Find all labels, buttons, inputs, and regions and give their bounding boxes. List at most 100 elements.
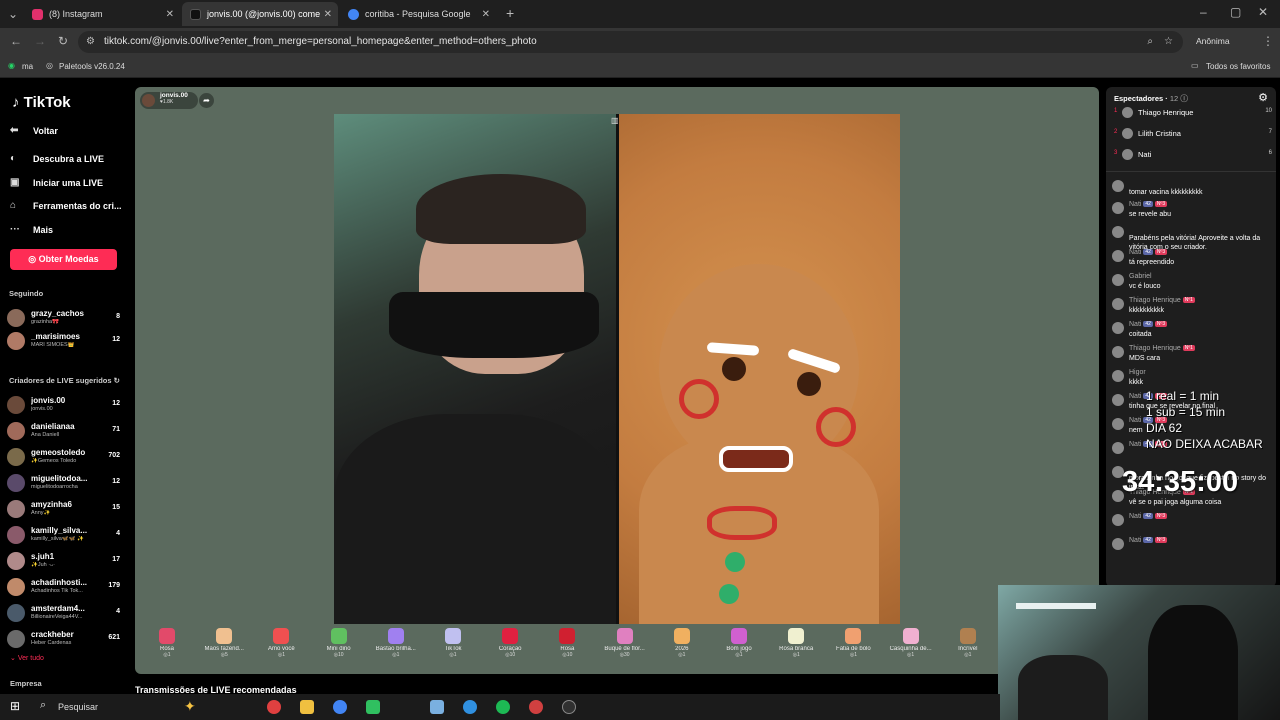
chat-user[interactable]: Thiago Henrique Nº1 bbox=[1129, 297, 1195, 304]
gift-item[interactable]: Mãos fazend... ◎5 bbox=[196, 628, 252, 658]
minimize-icon[interactable]: – bbox=[1200, 5, 1207, 19]
forward-icon[interactable]: → bbox=[34, 34, 46, 48]
search-icon[interactable]: ⌕ bbox=[40, 699, 46, 712]
level-badge: 42 bbox=[1143, 537, 1153, 544]
windows-start-icon[interactable]: ⊞ bbox=[10, 699, 20, 713]
get-coins-button[interactable]: ◎ Obter Moedas bbox=[10, 249, 117, 270]
whatsapp-taskbar-icon[interactable] bbox=[366, 700, 380, 714]
chrome-alt-icon[interactable] bbox=[529, 700, 543, 714]
profile-button[interactable]: Anônima bbox=[1196, 36, 1230, 46]
chat-user[interactable]: Nati 42 Nº3 bbox=[1129, 249, 1168, 256]
share-icon[interactable]: ➦ bbox=[199, 93, 214, 108]
chat-user[interactable]: Nati 42 Nº3 bbox=[1129, 321, 1168, 328]
nav-discover-live[interactable]: ◐ Descubra a LIVE bbox=[10, 153, 104, 164]
gift-item[interactable]: Bom jogo ◎1 bbox=[711, 628, 767, 658]
close-tab-icon[interactable]: ✕ bbox=[166, 9, 174, 20]
top-viewer-row[interactable]: 3 Nati 6 bbox=[1114, 149, 1272, 166]
tiktok-icon bbox=[190, 8, 201, 20]
tab-instagram[interactable]: (8) Instagram ✕ bbox=[24, 2, 180, 26]
bookmark-paletools[interactable]: Paletools v26.0.24 bbox=[59, 62, 125, 71]
star-icon[interactable]: ☆ bbox=[1164, 31, 1173, 53]
taskbar-search[interactable]: Pesquisar bbox=[58, 702, 98, 712]
see-all-link[interactable]: ⌄ Ver tudo bbox=[10, 654, 44, 662]
chat-user[interactable]: Gabriel bbox=[1129, 273, 1152, 280]
suggested-item[interactable]: crackheber Heber Cardenas 621 bbox=[7, 628, 122, 650]
gift-icon bbox=[902, 628, 919, 644]
gift-item[interactable]: Rosa ◎10 bbox=[539, 628, 595, 658]
gift-item[interactable]: Buquê de flor... ◎30 bbox=[597, 628, 653, 658]
gift-item[interactable]: Fatia de bolo ◎1 bbox=[825, 628, 881, 658]
chat-user[interactable]: Nati 42 Nº3 bbox=[1129, 513, 1168, 520]
live-player[interactable]: jonvis.00 ♥1.8K ➦ ▥ Rosa ◎1 Mãos fazend.… bbox=[135, 87, 1099, 674]
gift-item[interactable]: Mini dino ◎10 bbox=[311, 628, 367, 658]
close-window-icon[interactable]: ✕ bbox=[1258, 5, 1268, 19]
url-input[interactable]: ⚙ tiktok.com/@jonvis.00/live?enter_from_… bbox=[78, 31, 1183, 53]
gift-item[interactable]: 2026 ◎1 bbox=[654, 628, 710, 658]
info-icon[interactable]: ⓘ bbox=[1180, 94, 1188, 103]
nav-creator-tools[interactable]: ⌂ Ferramentas do cri... bbox=[10, 200, 122, 211]
tab-tiktok[interactable]: jonvis.00 (@jonvis.00) come ✕ bbox=[182, 2, 338, 26]
nav-more[interactable]: ··· Mais bbox=[10, 224, 53, 235]
tab-google[interactable]: coritiba - Pesquisa Google ✕ bbox=[340, 2, 496, 26]
search-icon[interactable]: ⌕ bbox=[1147, 31, 1153, 53]
obs-icon[interactable] bbox=[562, 700, 576, 714]
suggested-item[interactable]: jonvis.00 jonvis.00 12 bbox=[7, 394, 122, 416]
copilot-icon[interactable]: ✦ bbox=[184, 698, 196, 715]
suggested-item[interactable]: amyzinha6 Anny✨ 15 bbox=[7, 498, 122, 520]
gift-item[interactable]: Amo você ◎1 bbox=[253, 628, 309, 658]
chat-user[interactable]: Higor bbox=[1129, 369, 1146, 376]
suggested-item[interactable]: gemeostoledo ✨Gemeos Toledo 702 bbox=[7, 446, 122, 468]
suggested-item[interactable]: amsterdam4... BillionaireVeiga44V... 4 bbox=[7, 602, 122, 624]
following-item[interactable]: grazy_cachos grazinha🎀 8 bbox=[7, 307, 122, 329]
all-favorites[interactable]: Todos os favoritos bbox=[1206, 62, 1270, 71]
settings-gear-icon[interactable]: ⚙ bbox=[1258, 91, 1268, 104]
close-tab-icon[interactable]: ✕ bbox=[324, 9, 332, 20]
refresh-icon[interactable]: ↻ bbox=[114, 376, 120, 385]
new-tab-icon[interactable]: + bbox=[506, 5, 514, 21]
whatsapp-icon: ◉ bbox=[8, 61, 15, 70]
tab-list-icon[interactable]: ⌄ bbox=[8, 7, 18, 21]
spotify-icon[interactable] bbox=[496, 700, 510, 714]
host-badge[interactable]: jonvis.00 ♥1.8K bbox=[140, 92, 198, 109]
gift-item[interactable]: Incrível ◎1 bbox=[940, 628, 996, 658]
gift-item[interactable]: Casquinha de... ◎1 bbox=[883, 628, 939, 658]
suggested-item[interactable]: kamilly_silva... kamilly_silva🦋🦋 ✨ 4 bbox=[7, 524, 122, 546]
chevron-down-icon: ⌄ bbox=[10, 655, 16, 662]
gift-item[interactable]: Rosa ◎1 bbox=[139, 628, 195, 658]
close-tab-icon[interactable]: ✕ bbox=[482, 9, 490, 20]
edge-icon[interactable] bbox=[463, 700, 477, 714]
bookmark-ma[interactable]: ma bbox=[22, 62, 33, 71]
file-explorer-icon[interactable] bbox=[300, 700, 314, 714]
suggested-item[interactable]: s.juh1 ✨Juh ·ᴗ· 17 bbox=[7, 550, 122, 572]
top-viewer-row[interactable]: 2 Lilith Cristina 7 bbox=[1114, 128, 1272, 145]
tab-label: coritiba - Pesquisa Google bbox=[365, 9, 471, 19]
chrome-icon[interactable] bbox=[333, 700, 347, 714]
suggested-item[interactable]: danielianaa Ana Daniell 71 bbox=[7, 420, 122, 442]
menu-icon[interactable]: ⋮ bbox=[1262, 34, 1274, 48]
avatar bbox=[7, 552, 25, 570]
gift-item[interactable]: Bastão brilha... ◎1 bbox=[368, 628, 424, 658]
nav-start-live[interactable]: ▣ Iniciar uma LIVE bbox=[10, 177, 103, 188]
following-item[interactable]: _marisimoes MARI SIMÕES👑 12 bbox=[7, 330, 122, 352]
site-info-icon[interactable]: ⚙ bbox=[86, 31, 95, 53]
right-eye bbox=[797, 372, 821, 396]
gift-item[interactable]: TikTok ◎1 bbox=[425, 628, 481, 658]
chat-user[interactable]: Nati 42 Nº3 bbox=[1129, 537, 1168, 544]
back-icon[interactable]: ← bbox=[10, 34, 22, 48]
company-link[interactable]: Empresa bbox=[10, 679, 42, 688]
gift-price: ◎1 bbox=[849, 652, 857, 658]
chat-user[interactable]: Nati 42 Nº3 bbox=[1129, 201, 1168, 208]
app-icon-blue[interactable] bbox=[430, 700, 444, 714]
chat-user[interactable]: Thiago Henrique Nº1 bbox=[1129, 345, 1195, 352]
maximize-icon[interactable]: ▢ bbox=[1230, 5, 1241, 19]
gift-item[interactable]: Rosa branca ◎1 bbox=[768, 628, 824, 658]
suggested-item[interactable]: achadinhosti... Achadinhos Tik Tok... 17… bbox=[7, 576, 122, 598]
reload-icon[interactable]: ↻ bbox=[58, 34, 68, 48]
app-icon-red[interactable] bbox=[267, 700, 281, 714]
back-link[interactable]: ⬅ Voltar bbox=[10, 125, 58, 136]
gift-item[interactable]: Coração ◎10 bbox=[482, 628, 538, 658]
tiktok-logo[interactable]: ♪ TikTok bbox=[12, 94, 71, 111]
layout-icon[interactable]: ▥ bbox=[611, 116, 619, 125]
suggested-item[interactable]: miguelitodoa... miguelitodoarrocha 12 bbox=[7, 472, 122, 494]
top-viewer-row[interactable]: 1 Thiago Henrique 10 bbox=[1114, 107, 1272, 124]
